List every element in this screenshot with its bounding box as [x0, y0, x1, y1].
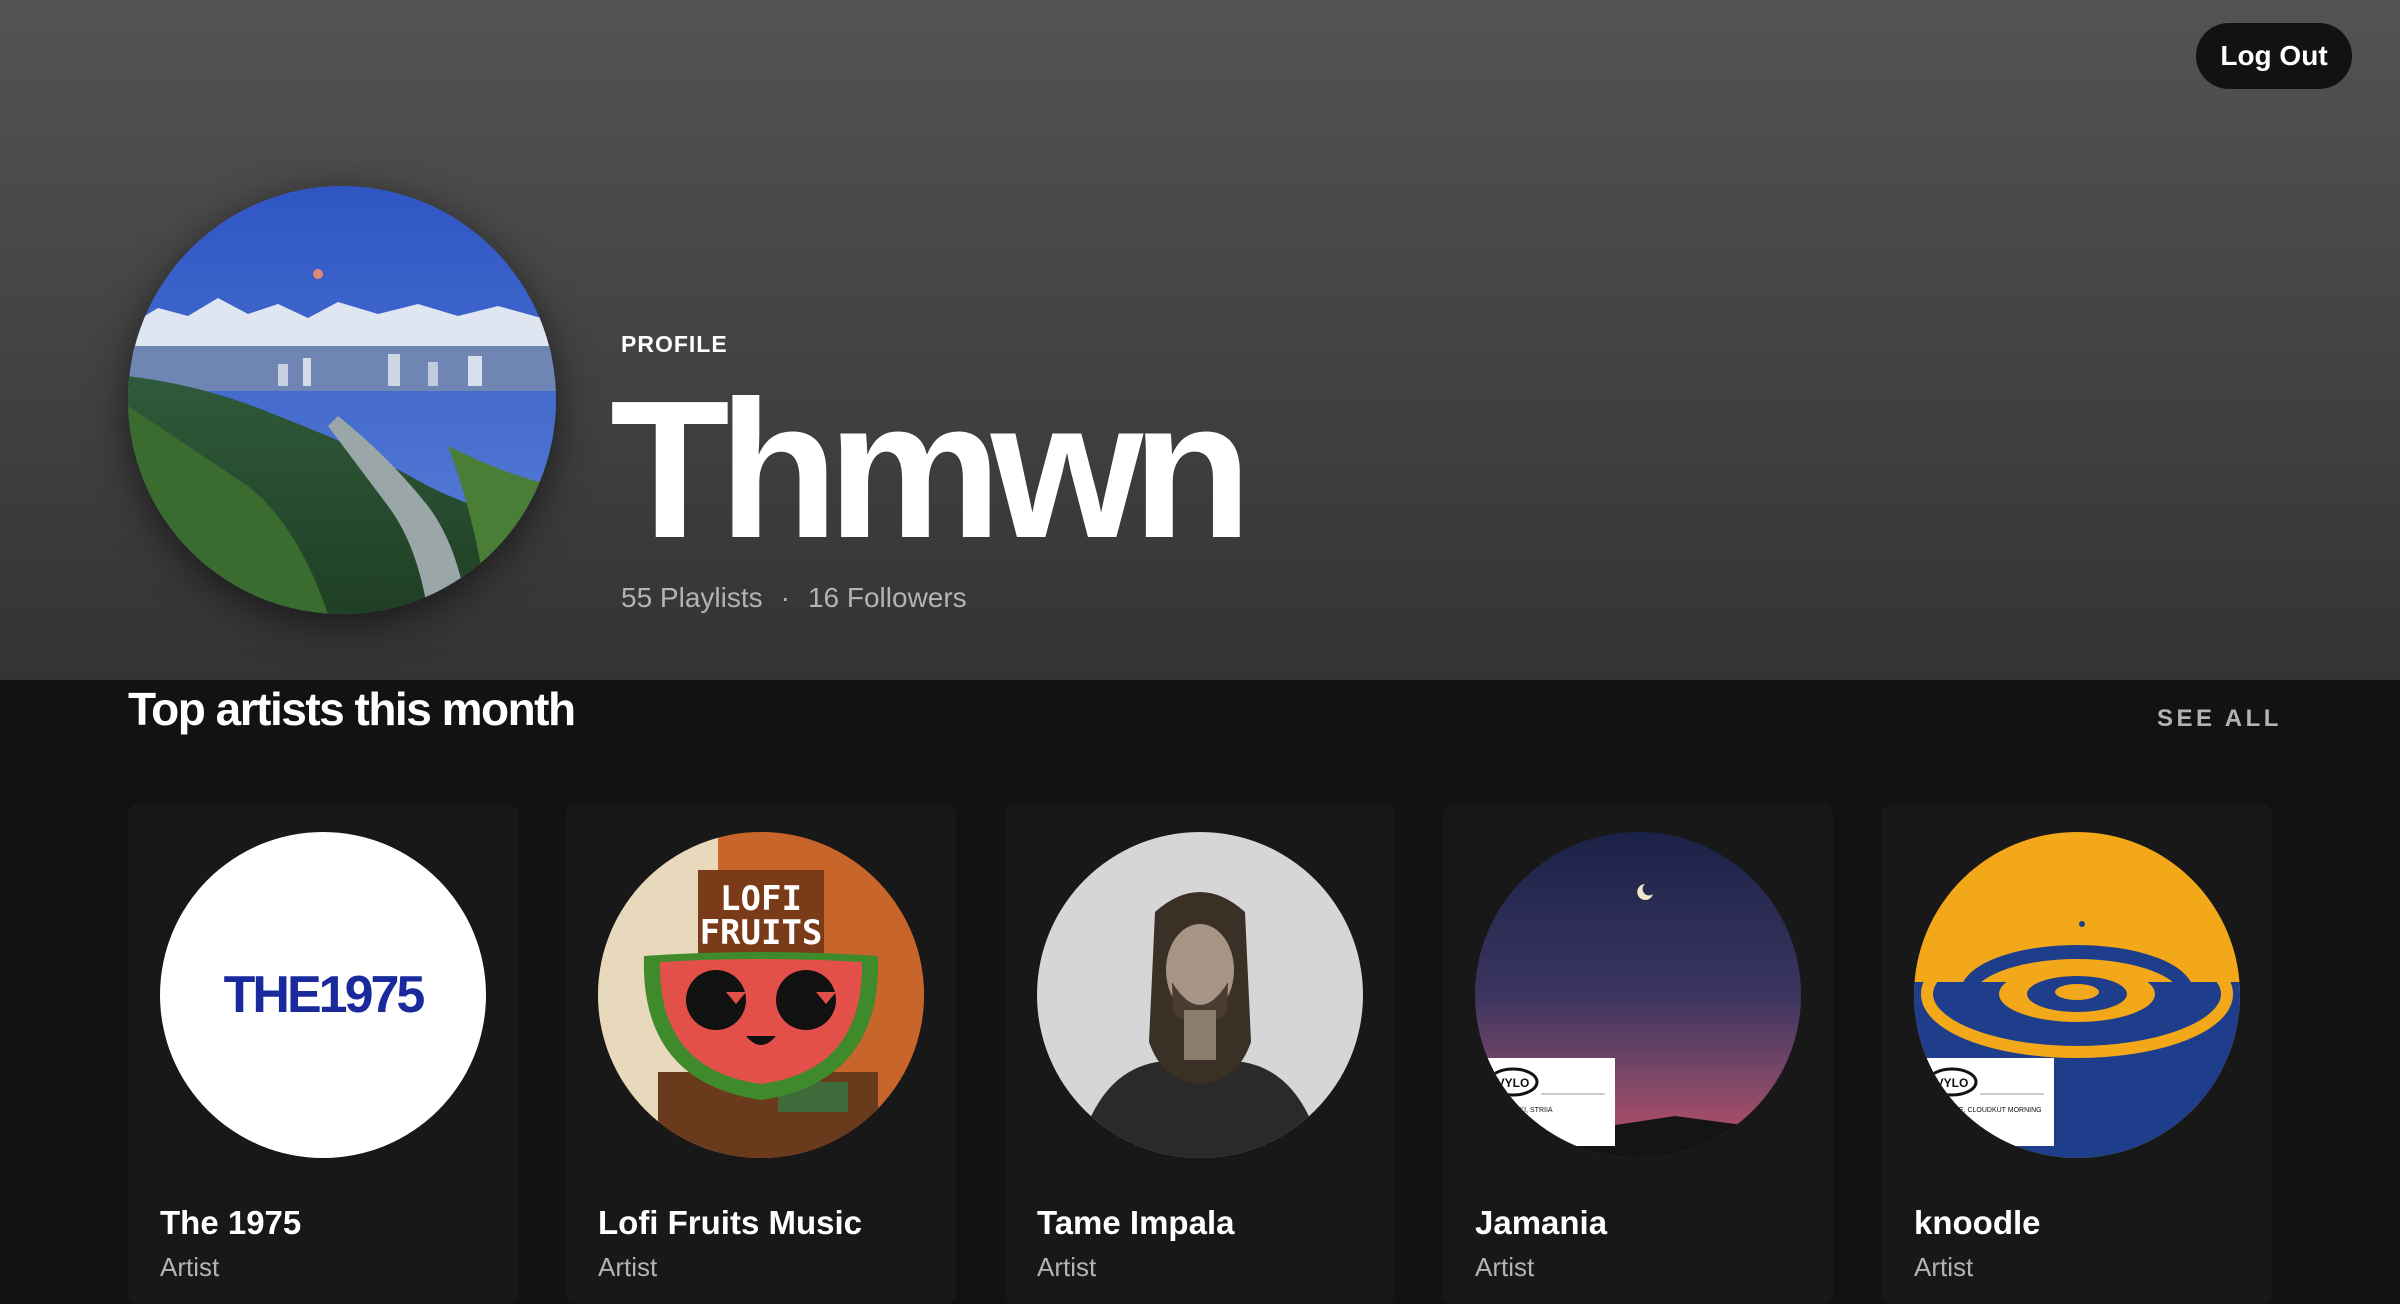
artist-name: Jamania [1475, 1204, 1608, 1241]
artist-name: Tame Impala [1037, 1204, 1235, 1241]
playlists-count[interactable]: 55 Playlists [621, 582, 763, 614]
artist-subtitle: Artist [160, 1252, 220, 1282]
art-caption: CHILLSKI, STRIIA [1495, 1107, 1553, 1114]
profile-type-label: PROFILE [621, 331, 728, 357]
artist-image: THE1975 [160, 832, 486, 1158]
art-label: VYLO [1497, 1076, 1530, 1090]
profile-stats: 55 Playlists · 16 Followers [621, 582, 967, 614]
avatar-landscape-image [128, 186, 556, 614]
artist-name: knoodle [1914, 1204, 2041, 1241]
artist-card[interactable]: LOFI FRUITS Lofi Fruits Music Artist [566, 804, 956, 1304]
artist-image: VYLO NOODLE, CLOUDKUT MORNING [1914, 832, 2240, 1158]
artist-subtitle: Artist [1914, 1252, 1974, 1282]
artist-image [1037, 832, 1363, 1158]
artist-name: Lofi Fruits Music [598, 1204, 862, 1241]
stats-separator: · [780, 582, 790, 613]
artist-subtitle: Artist [1037, 1252, 1097, 1282]
artist-name: The 1975 [160, 1204, 302, 1241]
logout-button[interactable]: Log Out [2196, 23, 2352, 89]
followers-count[interactable]: 16 Followers [808, 582, 967, 614]
artist-card[interactable]: Tame Impala Artist [1005, 804, 1395, 1304]
profile-avatar[interactable] [128, 186, 556, 614]
artist-image: VYLO CHILLSKI, STRIIA [1475, 832, 1801, 1158]
artist-logo-text: THE1975 [224, 966, 425, 1024]
artist-subtitle: Artist [1475, 1252, 1535, 1282]
artist-card[interactable]: VYLO CHILLSKI, STRIIA Jamania Artist [1443, 804, 1833, 1304]
artist-image: LOFI FRUITS [598, 832, 924, 1158]
art-label: VYLO [1936, 1076, 1969, 1090]
art-caption: NOODLE, CLOUDKUT MORNING [1934, 1107, 2042, 1114]
art-text-fruits: FRUITS [700, 913, 823, 953]
artist-subtitle: Artist [598, 1252, 658, 1282]
profile-name: Thmwn [610, 360, 1252, 579]
artist-card[interactable]: VYLO NOODLE, CLOUDKUT MORNING knoodle Ar… [1882, 804, 2272, 1304]
see-all-link[interactable]: SEE ALL [2157, 705, 2282, 733]
section-title[interactable]: Top artists this month [128, 682, 576, 736]
artist-card[interactable]: THE1975 The 1975 Artist [128, 804, 518, 1304]
